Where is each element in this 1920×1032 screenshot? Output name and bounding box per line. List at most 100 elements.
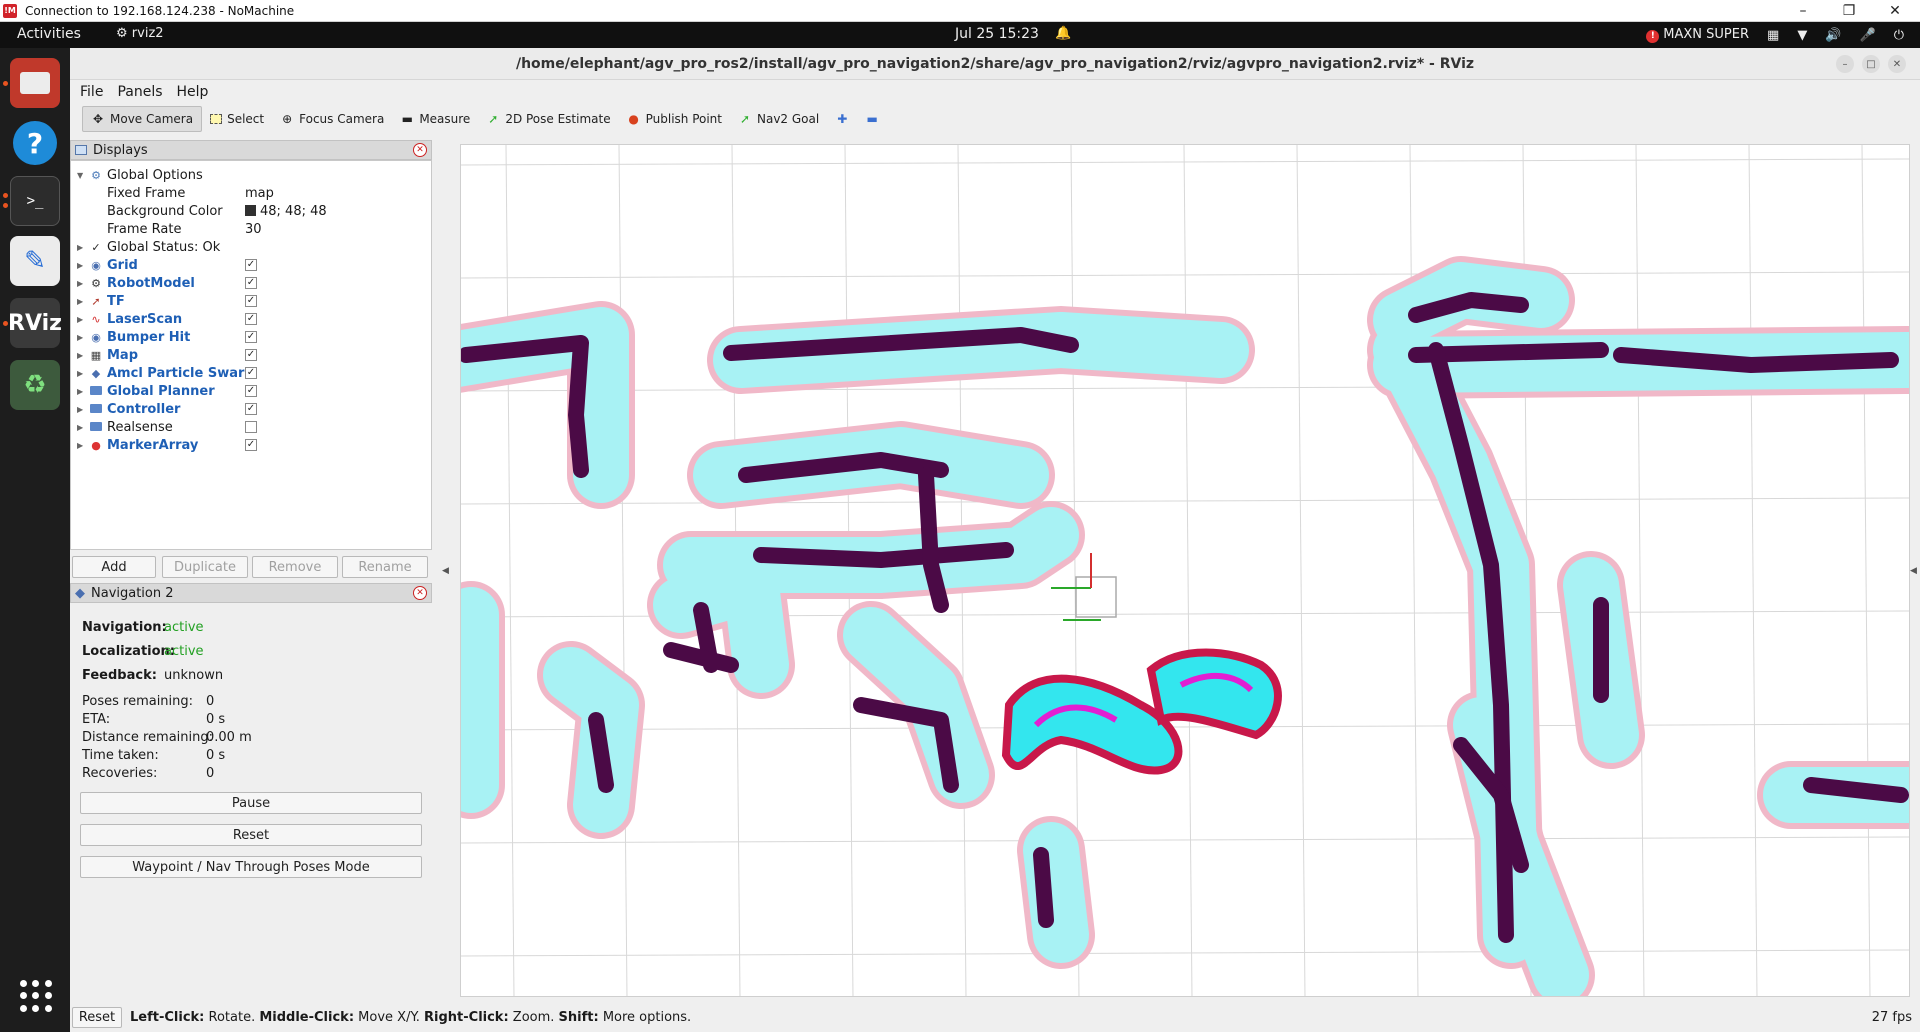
dock: ? >_ ✎ RViz ♻ <box>0 48 70 1032</box>
expand-right-icon[interactable]: ▶ <box>77 441 83 450</box>
tree-item-global-planner[interactable]: ▶ Global Planner ✓ <box>71 383 431 400</box>
checkbox[interactable] <box>245 421 257 433</box>
menu-help[interactable]: Help <box>177 84 209 100</box>
expand-right-icon[interactable]: ▶ <box>77 279 83 288</box>
expand-right-icon[interactable]: ▶ <box>77 405 83 414</box>
terminal-icon[interactable]: >_ <box>10 176 60 226</box>
window-close-icon[interactable]: ✕ <box>1888 55 1906 73</box>
display-label: TF <box>107 294 125 309</box>
tree-item-map[interactable]: ▶ ▦ Map ✓ <box>71 347 431 364</box>
window-minimize-icon[interactable]: – <box>1836 55 1854 73</box>
checkbox[interactable]: ✓ <box>245 439 257 451</box>
menu-file[interactable]: File <box>80 84 103 100</box>
tree-fixed-frame[interactable]: Fixed Frame map <box>71 185 431 202</box>
help-icon[interactable]: ? <box>10 118 60 168</box>
expand-right-icon[interactable]: ▶ <box>77 369 83 378</box>
app-menu[interactable]: ⚙ rviz2 <box>116 26 164 41</box>
displays-tree[interactable]: ▼ ⚙ Global Options Fixed Frame map Backg… <box>70 160 432 550</box>
grid-line <box>1296 145 1306 996</box>
pause-button[interactable]: Pause <box>80 792 422 814</box>
robot-icon: ⚙ <box>91 277 101 290</box>
expand-right-icon[interactable]: ▶ <box>77 261 83 270</box>
navigation-label: Navigation: <box>82 620 167 635</box>
power-mode[interactable]: ! MAXN SUPER <box>1646 27 1749 43</box>
checkbox[interactable]: ✓ <box>245 385 257 397</box>
grid-line <box>461 836 1909 844</box>
close-displays-icon[interactable]: ✕ <box>413 143 427 157</box>
fixed-frame-value[interactable]: map <box>245 186 274 201</box>
tree-global-status[interactable]: ▶ ✓ Global Status: Ok <box>71 239 431 256</box>
activities-button[interactable]: Activities <box>17 26 81 42</box>
checkbox[interactable]: ✓ <box>245 367 257 379</box>
expand-down-icon[interactable]: ▼ <box>77 171 83 180</box>
restore-icon[interactable]: ❐ <box>1826 0 1872 22</box>
checkbox[interactable]: ✓ <box>245 403 257 415</box>
files-icon[interactable] <box>10 58 60 108</box>
waypoint-mode-button[interactable]: Waypoint / Nav Through Poses Mode <box>80 856 422 878</box>
close-nav2-icon[interactable]: ✕ <box>413 586 427 600</box>
tool-publish-point[interactable]: ● Publish Point <box>619 106 730 132</box>
expand-right-icon[interactable]: ▶ <box>77 315 83 324</box>
remove-tool-button[interactable]: ▬ <box>857 106 887 132</box>
rviz-icon[interactable]: RViz <box>8 298 62 348</box>
tree-background-color[interactable]: Background Color 48; 48; 48 <box>71 203 431 220</box>
frame-rate-value[interactable]: 30 <box>245 222 262 237</box>
reset-button[interactable]: Reset <box>80 824 422 846</box>
checkbox[interactable]: ✓ <box>245 277 257 289</box>
checkbox[interactable]: ✓ <box>245 313 257 325</box>
checkbox[interactable]: ✓ <box>245 331 257 343</box>
tree-item-tf[interactable]: ▶ ➚ TF ✓ <box>71 293 431 310</box>
tool-select[interactable]: Select <box>202 106 272 132</box>
tree-item-controller[interactable]: ▶ Controller ✓ <box>71 401 431 418</box>
tree-item-bumper-hit[interactable]: ▶ ◉ Bumper Hit ✓ <box>71 329 431 346</box>
expand-right-icon[interactable]: ▶ <box>77 423 83 432</box>
trash-icon[interactable]: ♻ <box>10 360 60 410</box>
tree-item-realsense[interactable]: ▶ Realsense <box>71 419 431 436</box>
tool-nav2-goal[interactable]: ➚ Nav2 Goal <box>730 106 827 132</box>
tree-item-laserscan[interactable]: ▶ ∿ LaserScan ✓ <box>71 311 431 328</box>
nav2-panel: Navigation: active Localization: active … <box>70 604 432 964</box>
status-area[interactable]: ! MAXN SUPER ▦ ▼ 🔊 🎤 ⏻ <box>1646 22 1920 48</box>
expand-right-icon[interactable]: ▶ <box>77 387 83 396</box>
tool-focus-camera[interactable]: ⊕ Focus Camera <box>272 106 392 132</box>
close-icon[interactable]: ✕ <box>1872 0 1918 22</box>
collapse-left-icon[interactable]: ◀ <box>442 566 449 576</box>
checkbox[interactable]: ✓ <box>245 295 257 307</box>
text-editor-icon[interactable]: ✎ <box>10 236 60 286</box>
tree-frame-rate[interactable]: Frame Rate 30 <box>71 221 431 238</box>
tool-move-camera[interactable]: ✥ Move Camera <box>82 106 203 132</box>
eta-label: ETA: <box>82 712 111 727</box>
tree-item-amcl-particle-swarm[interactable]: ▶ ◆ Amcl Particle Swarm ✓ <box>71 365 431 382</box>
checkbox[interactable]: ✓ <box>245 349 257 361</box>
tree-item-markerarray[interactable]: ▶ ● MarkerArray ✓ <box>71 437 431 454</box>
tree-global-options[interactable]: ▼ ⚙ Global Options <box>71 167 431 184</box>
poses-remaining-label: Poses remaining: <box>82 694 194 709</box>
expand-right-icon[interactable]: ▶ <box>77 351 83 360</box>
render-view[interactable] <box>460 144 1910 997</box>
add-tool-button[interactable]: ✚ <box>827 106 857 132</box>
minimize-icon[interactable]: – <box>1780 0 1826 22</box>
clock[interactable]: Jul 25 15:23 <box>955 26 1039 42</box>
checkbox[interactable]: ✓ <box>245 259 257 271</box>
duplicate-button[interactable]: Duplicate <box>162 556 248 578</box>
tree-item-robotmodel[interactable]: ▶ ⚙ RobotModel ✓ <box>71 275 431 292</box>
view-reset-button[interactable]: Reset <box>72 1007 122 1028</box>
rename-button[interactable]: Rename <box>342 556 428 578</box>
background-color-value[interactable]: 48; 48; 48 <box>245 204 327 219</box>
add-button[interactable]: Add <box>72 556 156 578</box>
show-apps-icon[interactable] <box>20 980 52 1012</box>
localization-label: Localization: <box>82 644 175 659</box>
folder-icon <box>89 385 103 398</box>
menu-panels[interactable]: Panels <box>117 84 162 100</box>
collapse-right-icon[interactable]: ◀ <box>1910 566 1917 576</box>
tool-measure[interactable]: ▬ Measure <box>392 106 478 132</box>
map-canvas[interactable] <box>461 145 1910 997</box>
tool-2d-pose-estimate[interactable]: ➚ 2D Pose Estimate <box>478 106 618 132</box>
expand-right-icon[interactable]: ▶ <box>77 297 83 306</box>
remove-button[interactable]: Remove <box>252 556 338 578</box>
expand-right-icon[interactable]: ▶ <box>77 333 83 342</box>
tree-item-grid[interactable]: ▶ ◉ Grid ✓ <box>71 257 431 274</box>
localization-status: active <box>164 644 204 659</box>
window-maximize-icon[interactable]: □ <box>1862 55 1880 73</box>
expand-right-icon[interactable]: ▶ <box>77 243 83 252</box>
